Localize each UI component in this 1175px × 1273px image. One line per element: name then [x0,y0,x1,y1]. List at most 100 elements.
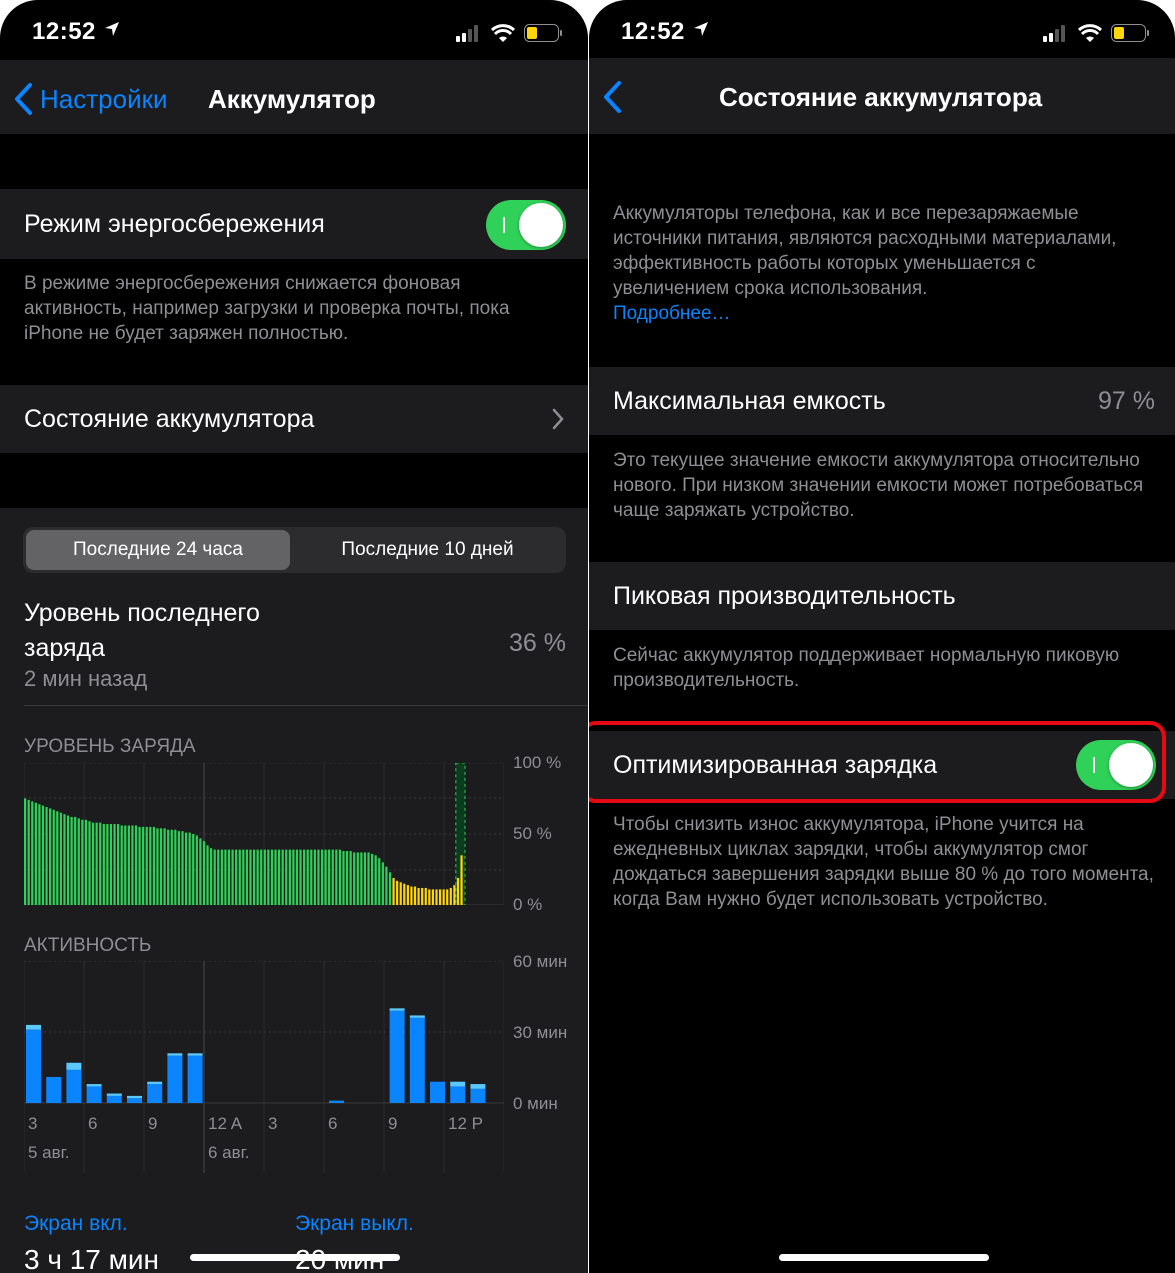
activity-bar-screen-off [26,1024,41,1030]
screen-on-label: Экран вкл. [24,1212,128,1235]
battery-bar [152,826,155,905]
battery-tick-0: 0 % [513,895,543,914]
battery-bar [324,849,327,905]
home-indicator[interactable] [190,1254,400,1261]
battery-chart-title: УРОВЕНЬ ЗАРЯДА [24,736,196,757]
battery-bar [49,808,52,905]
battery-bar [338,849,342,905]
peak-performance-label: Пиковая производительность [613,582,956,610]
battery-bar [181,831,184,905]
max-capacity-footer: Это текущее значение емкости аккумулятор… [613,450,1144,521]
x-tick-label: 9 [148,1114,157,1133]
battery-bar [335,849,338,905]
battery-bar [392,878,395,905]
segment-last-10d[interactable]: Последние 10 дней [292,530,563,570]
page-title: Аккумулятор [208,84,376,114]
battery-bar [367,852,370,905]
activity-bar-screen-off [167,1053,183,1056]
activity-bar-screen-on [389,1010,405,1103]
activity-bar-screen-on [329,1100,344,1103]
battery-health-row[interactable]: Состояние аккумулятора [0,385,588,453]
battery-bar [127,825,130,905]
battery-bar [417,887,420,905]
location-arrow-icon [105,22,119,36]
signal-wifi-battery-icons [1043,24,1149,42]
low-power-toggle[interactable] [486,200,566,250]
page-title: Состояние аккумулятора [719,82,1043,112]
optimized-charging-footer: Чтобы снизить износ аккумулятора, iPhone… [613,814,1154,910]
battery-bar [328,849,331,905]
last-charge-value: 36 % [509,629,566,657]
battery-bar [202,841,206,905]
battery-bar [56,811,59,905]
battery-bar [342,851,345,905]
battery-bar [134,825,138,905]
battery-tick-100: 100 % [513,753,562,772]
battery-bar [24,798,27,905]
battery-bar [170,829,173,905]
learn-more-link[interactable]: Подробнее… [613,301,1155,326]
chevron-right-icon [552,408,564,430]
battery-bar [313,849,316,905]
activity-bar-screen-off [409,1015,425,1018]
battery-level-chart [24,763,504,905]
battery-bar [138,826,141,905]
back-label: Настройки [40,84,168,114]
home-indicator[interactable] [779,1254,989,1261]
activity-bar-screen-on [430,1081,445,1103]
activity-bar-screen-on [470,1088,486,1103]
battery-bar [220,849,223,905]
battery-bar [424,887,427,905]
activity-bar-screen-on [167,1055,183,1103]
activity-bar-screen-on [187,1055,203,1103]
battery-icon [1111,24,1149,42]
back-button[interactable] [601,78,641,114]
activity-chart: 3 6 9 12 A 3 6 9 12 P 5 авг. 6 авг. [24,961,504,1173]
activity-tick-60: 60 мин [513,952,568,971]
battery-bar [210,848,213,905]
chevron-left-icon [15,83,32,115]
battery-bar [295,849,299,905]
chevron-left-icon [604,81,621,113]
battery-bar [34,802,37,905]
activity-bar-screen-off [147,1081,163,1085]
status-bar: 12:52 [32,18,566,48]
activity-bar-screen-off [389,1008,405,1011]
activity-bar-screen-on [86,1086,102,1103]
low-power-mode-row: Режим энергосбережения [0,189,588,259]
max-capacity-value: 97 % [1098,387,1155,415]
battery-bar [95,822,98,905]
battery-bar [124,825,127,905]
battery-bar [292,849,295,905]
battery-bar [224,849,227,905]
location-arrow-icon [694,22,708,36]
battery-bar [428,889,431,905]
battery-bar [460,855,463,905]
battery-bar [84,819,88,905]
segment-last-24h[interactable]: Последние 24 часа [26,530,290,570]
battery-bar [288,849,291,905]
peak-performance-row: Пиковая производительность [589,562,1175,630]
battery-bar [249,849,252,905]
activity-bar-screen-on [127,1098,142,1103]
battery-bar [456,878,460,905]
battery-bar [349,851,352,905]
battery-bar [188,832,191,905]
battery-bar [177,831,181,905]
battery-bar [431,889,435,905]
battery-bar [306,849,309,905]
max-capacity-label: Максимальная емкость [613,387,886,415]
activity-bar-screen-on [46,1076,62,1103]
activity-bar-screen-off [187,1053,203,1056]
battery-bar [156,828,159,905]
battery-bar [59,812,62,905]
battery-bar [381,862,384,905]
activity-bar-screen-off [86,1084,102,1087]
nav-bar: Настройки Аккумулятор [0,60,588,134]
activity-tick-30: 30 мин [513,1023,568,1042]
battery-bar [41,805,45,905]
battery-bar [449,887,452,905]
battery-bar [256,849,259,905]
battery-bar [385,866,388,905]
activity-bar-screen-on [66,1069,82,1103]
